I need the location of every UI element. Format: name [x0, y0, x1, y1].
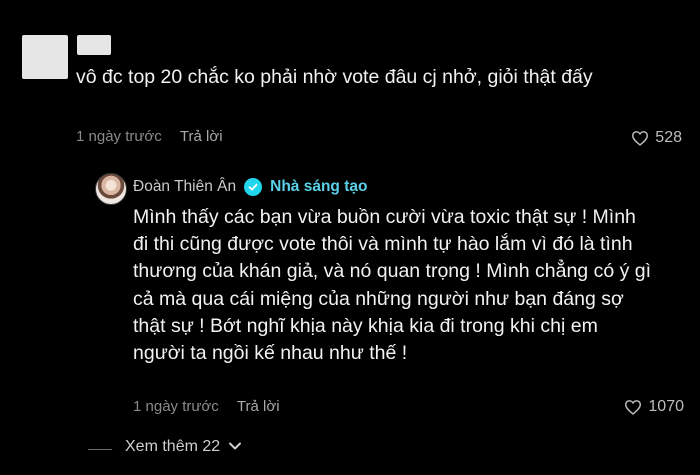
heart-outline-icon [624, 399, 642, 415]
reply-text: Mình thấy các bạn vừa buồn cười vừa toxi… [133, 206, 652, 365]
heart-outline-icon [631, 130, 649, 146]
comment-meta: 1 ngày trước Trả lời [76, 128, 223, 145]
redacted-avatar[interactable] [22, 35, 68, 79]
view-more-button[interactable]: Xem thêm 22 [125, 438, 242, 456]
chevron-down-icon [228, 438, 242, 456]
reply-time: 1 ngày trước [133, 398, 219, 415]
comment-text: vô đc top 20 chắc ko phải nhờ vote đâu c… [76, 66, 593, 88]
reply-like-count: 1070 [648, 398, 684, 415]
reply-reply-button[interactable]: Trả lời [237, 398, 280, 415]
reply-header: Đoàn Thiên Ân Nhà sáng tạo [133, 178, 367, 196]
creator-badge: Nhà sáng tạo [270, 178, 368, 195]
comment-time: 1 ngày trước [76, 128, 162, 145]
redacted-username[interactable] [77, 35, 111, 55]
reply-like-button[interactable]: 1070 [624, 398, 684, 416]
comment-like-count: 528 [655, 129, 682, 146]
reply-author-name[interactable]: Đoàn Thiên Ân [133, 178, 236, 196]
comment-like-button[interactable]: 528 [631, 129, 682, 147]
reply-meta: 1 ngày trước Trả lời [133, 398, 280, 415]
verified-check-icon [244, 178, 263, 196]
view-more-label: Xem thêm 22 [125, 438, 221, 455]
divider-line [88, 449, 112, 450]
reply-author-avatar[interactable] [95, 173, 127, 205]
comment-reply-button[interactable]: Trả lời [180, 128, 223, 145]
